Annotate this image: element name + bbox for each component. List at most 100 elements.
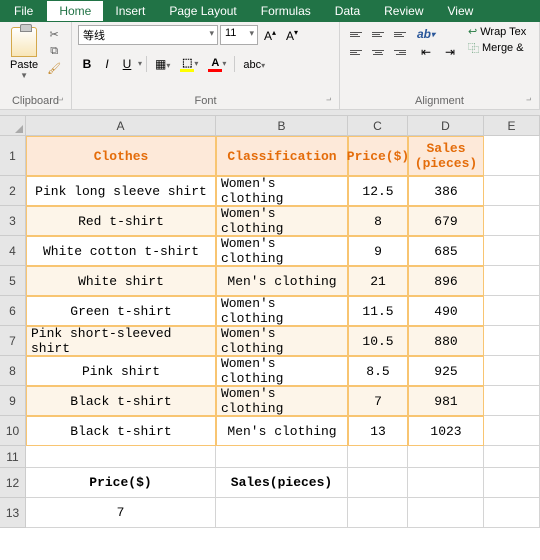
row-header-10[interactable]: 10 <box>0 416 26 446</box>
align-left-icon[interactable] <box>346 43 366 61</box>
table-cell[interactable]: 8.5 <box>348 356 408 386</box>
borders-button[interactable]: ▦▾ <box>151 55 174 73</box>
table-header[interactable]: Clothes <box>26 136 216 176</box>
table-cell[interactable]: 21 <box>348 266 408 296</box>
table-cell[interactable]: Women's clothing <box>216 236 348 266</box>
row-header-5[interactable]: 5 <box>0 266 26 296</box>
worksheet[interactable]: ABCDE1ClothesClassificationPrice($)Sales… <box>0 116 540 528</box>
cell-empty[interactable] <box>484 296 540 326</box>
table-cell[interactable]: 386 <box>408 176 484 206</box>
align-right-icon[interactable] <box>390 43 410 61</box>
italic-button[interactable]: I <box>98 55 116 73</box>
font-name-select[interactable]: 等线 <box>78 25 218 45</box>
col-header-A[interactable]: A <box>26 116 216 136</box>
table-cell[interactable]: Women's clothing <box>216 206 348 236</box>
row-header-9[interactable]: 9 <box>0 386 26 416</box>
align-bottom-icon[interactable] <box>390 25 410 43</box>
row-header-4[interactable]: 4 <box>0 236 26 266</box>
table-cell[interactable]: Women's clothing <box>216 386 348 416</box>
cell-empty[interactable] <box>484 416 540 446</box>
wrap-text-button[interactable]: ↩Wrap Tex <box>468 25 526 38</box>
cell-empty[interactable] <box>216 498 348 528</box>
cell-empty[interactable] <box>484 176 540 206</box>
cell-empty[interactable] <box>484 136 540 176</box>
table-cell[interactable]: 12.5 <box>348 176 408 206</box>
table-cell[interactable]: Women's clothing <box>216 296 348 326</box>
table-cell[interactable]: 490 <box>408 296 484 326</box>
cell-empty[interactable] <box>348 498 408 528</box>
cell-empty[interactable] <box>348 446 408 468</box>
cell-empty[interactable] <box>484 446 540 468</box>
cell-sales-label[interactable]: Sales(pieces) <box>216 468 348 498</box>
align-middle-icon[interactable] <box>368 25 388 43</box>
align-top-icon[interactable] <box>346 25 366 43</box>
table-cell[interactable]: 11.5 <box>348 296 408 326</box>
table-cell[interactable]: 7 <box>348 386 408 416</box>
tab-view[interactable]: View <box>436 1 486 21</box>
table-cell[interactable]: 880 <box>408 326 484 356</box>
cell-empty[interactable] <box>484 356 540 386</box>
row-header-12[interactable]: 12 <box>0 468 26 498</box>
cell-empty[interactable] <box>348 468 408 498</box>
table-cell[interactable]: Pink shirt <box>26 356 216 386</box>
tab-review[interactable]: Review <box>372 1 435 21</box>
row-header-3[interactable]: 3 <box>0 206 26 236</box>
table-cell[interactable]: 8 <box>348 206 408 236</box>
table-cell[interactable]: Women's clothing <box>216 356 348 386</box>
row-header-8[interactable]: 8 <box>0 356 26 386</box>
cell-price-label[interactable]: Price($) <box>26 468 216 498</box>
col-header-E[interactable]: E <box>484 116 540 136</box>
cell-empty[interactable] <box>484 498 540 528</box>
cell-empty[interactable] <box>484 236 540 266</box>
cell-empty[interactable] <box>408 446 484 468</box>
table-cell[interactable]: 981 <box>408 386 484 416</box>
col-header-B[interactable]: B <box>216 116 348 136</box>
underline-button[interactable]: U <box>118 55 136 73</box>
increase-indent-icon[interactable]: ⇥ <box>440 43 460 61</box>
font-color-button[interactable]: A▾ <box>204 53 230 74</box>
table-cell[interactable]: Red t-shirt <box>26 206 216 236</box>
row-header-7[interactable]: 7 <box>0 326 26 356</box>
cell-empty[interactable] <box>484 386 540 416</box>
cell-empty[interactable] <box>408 498 484 528</box>
table-cell[interactable]: Black t-shirt <box>26 416 216 446</box>
table-cell[interactable]: White cotton t-shirt <box>26 236 216 266</box>
table-cell[interactable]: 1023 <box>408 416 484 446</box>
cell-empty[interactable] <box>484 266 540 296</box>
cell-empty[interactable] <box>484 468 540 498</box>
paste-button[interactable]: Paste ▼ <box>6 25 42 82</box>
orientation-button[interactable]: ab▾ <box>416 25 436 43</box>
cell-empty[interactable] <box>484 206 540 236</box>
table-header[interactable]: Price($) <box>348 136 408 176</box>
row-header-11[interactable]: 11 <box>0 446 26 468</box>
table-cell[interactable]: 9 <box>348 236 408 266</box>
bold-button[interactable]: B <box>78 55 96 73</box>
table-header[interactable]: Sales (pieces) <box>408 136 484 176</box>
row-header-6[interactable]: 6 <box>0 296 26 326</box>
cell-empty[interactable] <box>216 446 348 468</box>
cell-empty[interactable] <box>484 326 540 356</box>
select-all-corner[interactable] <box>0 116 26 136</box>
col-header-C[interactable]: C <box>348 116 408 136</box>
table-cell[interactable]: 679 <box>408 206 484 236</box>
table-header[interactable]: Classification <box>216 136 348 176</box>
table-cell[interactable]: Women's clothing <box>216 176 348 206</box>
table-cell[interactable]: 896 <box>408 266 484 296</box>
table-cell[interactable]: Green t-shirt <box>26 296 216 326</box>
table-cell[interactable]: Pink short-sleeved shirt <box>26 326 216 356</box>
decrease-font-icon[interactable]: A▾ <box>282 26 302 45</box>
table-cell[interactable]: White shirt <box>26 266 216 296</box>
cell-price-value[interactable]: 7 <box>26 498 216 528</box>
increase-font-icon[interactable]: A▴ <box>260 26 280 45</box>
row-header-1[interactable]: 1 <box>0 136 26 176</box>
cell-empty[interactable] <box>408 468 484 498</box>
tab-page-layout[interactable]: Page Layout <box>157 1 248 21</box>
table-cell[interactable]: 10.5 <box>348 326 408 356</box>
cell-empty[interactable] <box>26 446 216 468</box>
table-cell[interactable]: Black t-shirt <box>26 386 216 416</box>
decrease-indent-icon[interactable]: ⇤ <box>416 43 436 61</box>
tab-data[interactable]: Data <box>323 1 372 21</box>
align-center-icon[interactable] <box>368 43 388 61</box>
cut-icon[interactable]: ✂ <box>46 27 62 41</box>
table-cell[interactable]: 13 <box>348 416 408 446</box>
